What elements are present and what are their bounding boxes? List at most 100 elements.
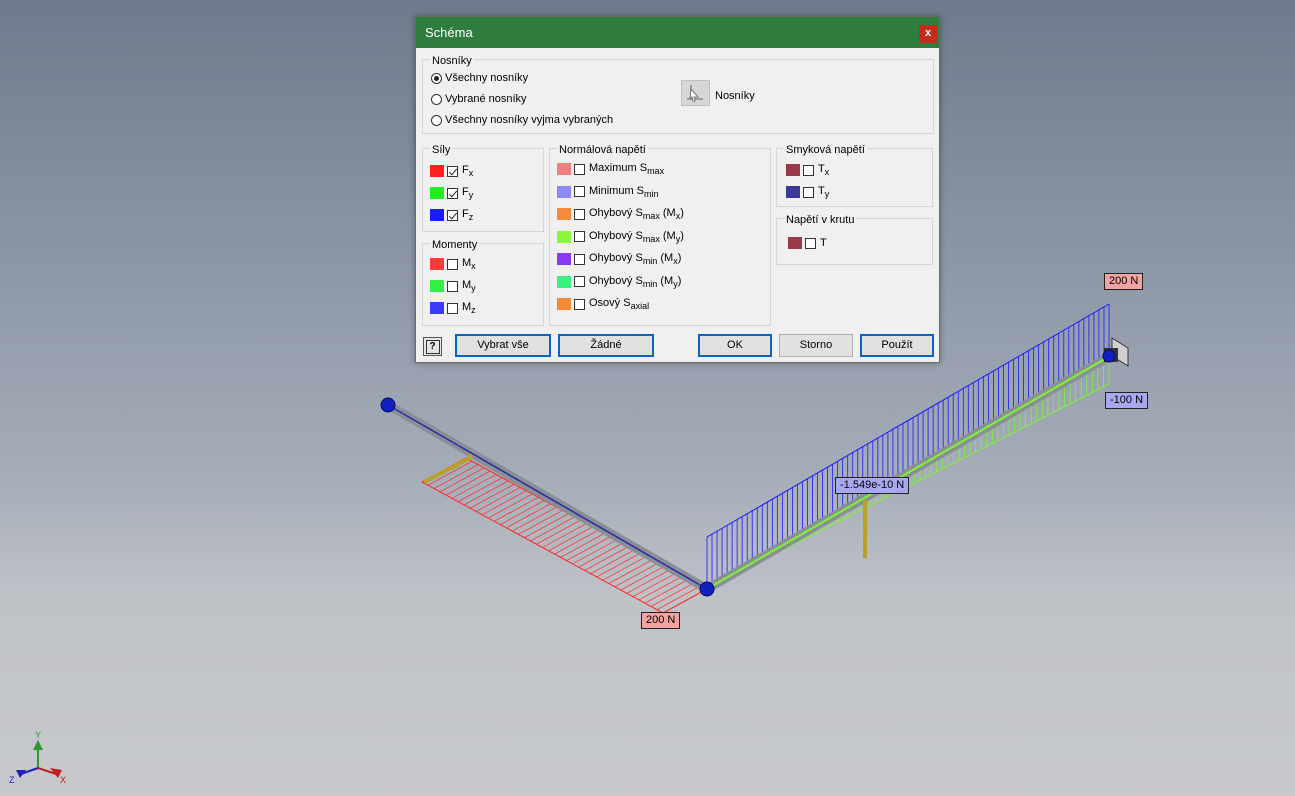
item-symbol: F [462, 164, 469, 176]
checkbox[interactable] [574, 186, 585, 197]
normal-stress-item-5[interactable]: Ohybový Smin (My) [557, 275, 681, 289]
normal-stress-item-1[interactable]: Minimum Smin [557, 185, 659, 199]
checkbox[interactable] [574, 276, 585, 287]
item-label: Maximum Smax [589, 162, 664, 176]
none-button[interactable]: Žádné [558, 334, 654, 357]
checkbox[interactable] [574, 253, 585, 265]
fx-diagram-hatch [451, 474, 497, 499]
item-label: Minimum Smin [589, 185, 659, 199]
close-button[interactable]: x [919, 25, 937, 43]
checkbox[interactable] [447, 280, 458, 292]
item-symbol: T [818, 163, 825, 175]
fx-diagram-hatch [644, 578, 690, 604]
fx-diagram-hatch [524, 513, 569, 538]
moments-item-1[interactable]: My [430, 279, 476, 293]
color-swatch[interactable] [786, 186, 800, 198]
cancel-button[interactable]: Storno [779, 334, 853, 357]
checkbox[interactable] [803, 186, 814, 198]
view-triad[interactable]: Y X Z [8, 726, 78, 788]
color-swatch[interactable] [430, 302, 444, 314]
force-label-mid: -1.549e-10 N [835, 477, 910, 494]
dialog-titlebar[interactable]: Schéma x [416, 17, 939, 48]
forces-item-0[interactable]: Fx [430, 164, 473, 178]
radio-button[interactable] [431, 93, 442, 105]
checkbox[interactable] [447, 209, 458, 221]
color-swatch[interactable] [430, 258, 444, 270]
item-label: Ohybový Smax (Mx) [589, 207, 684, 221]
beam-option-2[interactable]: Všechny nosníky vyjma vybraných [431, 114, 613, 126]
item-text: Ohybový S [589, 229, 643, 242]
item-subscript: y [468, 190, 474, 200]
normal-stress-item-2[interactable]: Ohybový Smax (Mx) [557, 207, 684, 221]
color-swatch[interactable] [786, 164, 800, 176]
item-subscript: x [468, 168, 474, 178]
item-text: Ohybový S [589, 252, 643, 264]
radio-button[interactable] [431, 72, 442, 84]
triad-z-label: Z [9, 775, 15, 785]
color-swatch[interactable] [430, 165, 444, 177]
help-icon: ? [425, 340, 440, 354]
checkbox[interactable] [803, 164, 814, 176]
fx-diagram-hatch [656, 585, 702, 611]
item-subscript: y [471, 283, 476, 293]
color-swatch[interactable] [430, 209, 444, 221]
color-swatch[interactable] [557, 230, 571, 243]
color-swatch[interactable] [557, 298, 571, 310]
checkbox[interactable] [447, 302, 458, 314]
color-swatch[interactable] [557, 275, 571, 288]
item-label: Osový Saxial [589, 297, 649, 311]
apply-button[interactable]: Použít [860, 334, 934, 357]
select-beams-button[interactable] [681, 80, 710, 106]
forces-item-1[interactable]: Fy [430, 186, 473, 200]
radio-button[interactable] [431, 114, 442, 126]
item-subscript: max [642, 211, 660, 221]
normal-stress-item-0[interactable]: Maximum Smax [557, 162, 664, 176]
checkbox[interactable] [574, 298, 585, 310]
fx-diagram-hatch [494, 496, 539, 522]
shear-item-1[interactable]: Ty [786, 185, 829, 199]
fx-diagram-hatch [433, 464, 479, 489]
checkbox[interactable] [574, 163, 585, 175]
item-subscript: min [644, 188, 659, 199]
node-corner[interactable] [699, 581, 715, 597]
color-swatch[interactable] [557, 208, 571, 220]
fx-diagram-hatch [596, 552, 641, 578]
normal-stress-item-3[interactable]: Ohybový Smax (My) [557, 230, 684, 244]
color-swatch[interactable] [557, 163, 571, 175]
node-right[interactable] [1102, 349, 1116, 363]
item-text-suffix: (M [659, 229, 676, 242]
select-all-button[interactable]: Vybrat vše [455, 334, 551, 357]
moments-group-title: Momenty [430, 239, 480, 251]
shear-item-0[interactable]: Tx [786, 163, 829, 177]
node-left[interactable] [380, 397, 396, 413]
normal-stress-item-4[interactable]: Ohybový Smin (Mx) [557, 252, 681, 266]
ok-button[interactable]: OK [698, 334, 772, 357]
fx-diagram-hatch [488, 493, 533, 519]
torsion-item-0[interactable]: T [788, 237, 827, 249]
checkbox[interactable] [447, 187, 458, 199]
triad-y-arrow [33, 740, 43, 750]
fx-diagram-hatch [578, 542, 623, 568]
checkbox[interactable] [447, 258, 458, 270]
fx-diagram-hatch [482, 490, 527, 516]
checkbox[interactable] [805, 237, 816, 249]
beam-option-0[interactable]: Všechny nosníky [431, 72, 528, 84]
help-button[interactable]: ? [423, 337, 442, 356]
normal-stress-item-6[interactable]: Osový Saxial [557, 297, 649, 311]
forces-item-2[interactable]: Fz [430, 208, 473, 222]
color-swatch[interactable] [557, 185, 571, 198]
checkbox[interactable] [574, 208, 585, 220]
color-swatch[interactable] [788, 237, 802, 249]
checkbox[interactable] [447, 165, 458, 177]
color-swatch[interactable] [430, 280, 444, 292]
color-swatch[interactable] [430, 187, 444, 199]
beam-option-label: Všechny nosníky [445, 72, 529, 84]
fx-force-diagram [420, 457, 709, 614]
moments-item-0[interactable]: Mx [430, 257, 476, 271]
color-swatch[interactable] [557, 253, 571, 265]
shear-stress-group-title: Smyková napětí [784, 144, 867, 156]
fx-diagram-hatch [500, 500, 545, 525]
beam-option-1[interactable]: Vybrané nosníky [431, 93, 527, 105]
moments-item-2[interactable]: Mz [430, 301, 476, 315]
checkbox[interactable] [574, 231, 585, 242]
